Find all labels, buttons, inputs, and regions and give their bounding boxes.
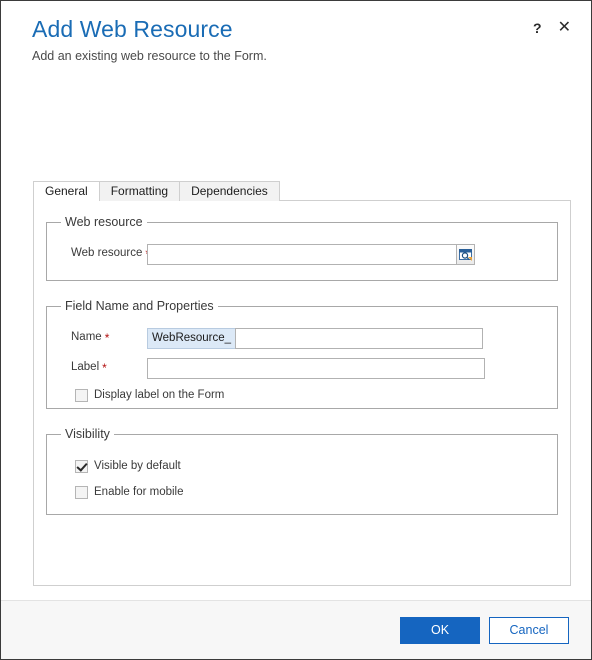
name-prefix: WebResource_: [147, 327, 236, 349]
required-asterisk: *: [104, 331, 110, 345]
dialog-body: General Formatting Dependencies Web reso…: [1, 70, 591, 600]
visible-by-default-checkbox-row[interactable]: Visible by default: [57, 456, 547, 476]
page-subtitle: Add an existing web resource to the Form…: [32, 49, 267, 63]
section-web-resource: Web resource Web resource*: [46, 215, 558, 281]
help-icon[interactable]: ?: [533, 21, 542, 35]
add-web-resource-dialog: Add Web Resource Add an existing web res…: [0, 0, 592, 660]
enable-for-mobile-checkbox[interactable]: [75, 485, 88, 499]
tab-panel-general: Web resource Web resource*: [33, 200, 571, 586]
tabstrip: General Formatting Dependencies: [33, 181, 280, 202]
web-resource-label-text: Web resource: [71, 247, 143, 259]
label-label: Label *: [57, 361, 147, 375]
web-resource-label: Web resource*: [57, 247, 150, 261]
enable-for-mobile-checkbox-row[interactable]: Enable for mobile: [57, 482, 547, 502]
tab-general[interactable]: General: [33, 181, 100, 202]
ok-button[interactable]: OK: [400, 616, 480, 644]
cancel-button[interactable]: Cancel: [489, 616, 569, 644]
close-icon[interactable]: ✕: [558, 20, 571, 36]
enable-for-mobile-label: Enable for mobile: [94, 486, 184, 498]
section-visibility: Visibility Visible by default Enable for…: [46, 427, 558, 515]
visible-by-default-checkbox[interactable]: [75, 459, 88, 473]
dialog-footer: OK Cancel: [1, 600, 591, 659]
label-input[interactable]: [147, 357, 485, 379]
required-asterisk: *: [102, 361, 107, 375]
label-label-text: Label: [71, 361, 100, 373]
header-actions: ? ✕: [533, 20, 571, 36]
section-field-name-legend: Field Name and Properties: [65, 299, 214, 313]
section-field-name-properties: Field Name and Properties Name * WebResou…: [46, 299, 558, 409]
page-title: Add Web Resource: [32, 16, 233, 42]
display-label-on-form-checkbox-row[interactable]: Display label on the Form: [57, 385, 547, 405]
visible-by-default-label: Visible by default: [94, 460, 181, 472]
display-label-on-form-checkbox[interactable]: [75, 388, 88, 402]
display-label-on-form-label: Display label on the Form: [94, 389, 225, 401]
name-label: Name *: [57, 331, 147, 345]
dialog-header: Add Web Resource Add an existing web res…: [1, 1, 591, 70]
name-row: Name * WebResource_: [57, 327, 547, 349]
label-row: Label *: [57, 357, 547, 379]
tab-dependencies[interactable]: Dependencies: [179, 181, 280, 201]
web-resource-row: Web resource*: [57, 243, 547, 265]
lookup-browse-icon[interactable]: [456, 243, 475, 265]
name-label-text: Name: [71, 331, 102, 343]
name-input[interactable]: [235, 327, 484, 349]
section-web-resource-legend: Web resource: [65, 215, 143, 229]
section-visibility-legend: Visibility: [65, 427, 110, 441]
web-resource-input[interactable]: [147, 243, 457, 265]
tab-formatting[interactable]: Formatting: [98, 181, 181, 201]
